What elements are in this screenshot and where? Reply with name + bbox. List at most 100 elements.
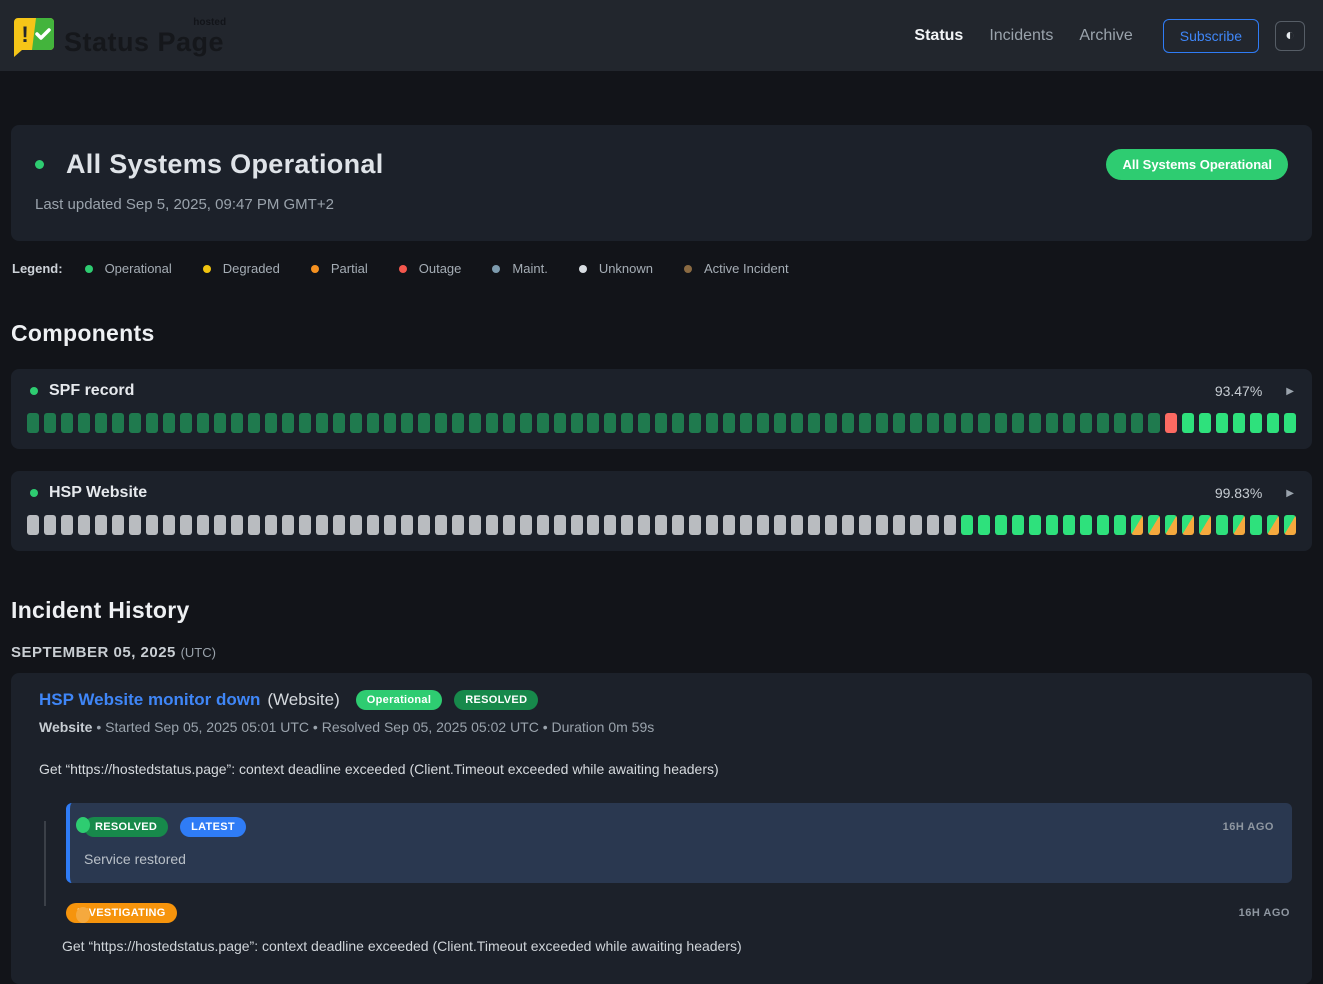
uptime-bar [537, 413, 549, 433]
legend-dot-icon [85, 265, 93, 273]
overall-status-badge: All Systems Operational [1106, 149, 1288, 180]
uptime-bar [808, 413, 820, 433]
uptime-bar [571, 413, 583, 433]
legend-item: Operational [85, 261, 172, 276]
uptime-bar [401, 515, 413, 535]
uptime-bar [214, 413, 226, 433]
nav-item-status[interactable]: Status [914, 27, 963, 45]
uptime-bar [927, 515, 939, 535]
uptime-bar [401, 413, 413, 433]
uptime-bar [1267, 413, 1279, 433]
legend-item-label: Degraded [223, 261, 280, 276]
legend-dot-icon [684, 265, 692, 273]
timeline-timestamp: 16H AGO [1223, 821, 1274, 833]
uptime-bar [723, 515, 735, 535]
uptime-bar [554, 515, 566, 535]
uptime-bar [587, 413, 599, 433]
uptime-bar [486, 515, 498, 535]
uptime-bar [248, 515, 260, 535]
subscribe-button[interactable]: Subscribe [1163, 19, 1259, 53]
expander-arrow-icon[interactable]: ▶ [1284, 384, 1296, 399]
uptime-bar [350, 413, 362, 433]
uptime-bar [757, 413, 769, 433]
legend-item-label: Active Incident [704, 261, 789, 276]
uptime-bar [842, 413, 854, 433]
uptime-bar [791, 413, 803, 433]
uptime-bar [112, 413, 124, 433]
uptime-bar [435, 515, 447, 535]
nav-item-archive[interactable]: Archive [1079, 27, 1132, 45]
uptime-bar [859, 413, 871, 433]
uptime-bar [927, 413, 939, 433]
legend-item-label: Unknown [599, 261, 653, 276]
uptime-bars [27, 515, 1296, 535]
uptime-bar [1216, 413, 1228, 433]
uptime-bar [621, 515, 633, 535]
uptime-bar [520, 413, 532, 433]
uptime-bar [672, 413, 684, 433]
uptime-bar [825, 515, 837, 535]
incident-meta-detail: • Started Sep 05, 2025 05:01 UTC • Resol… [92, 719, 654, 735]
uptime-bar [282, 515, 294, 535]
uptime-bar [1284, 413, 1296, 433]
uptime-bar [44, 413, 56, 433]
incident-timeline: RESOLVEDLATEST16H AGOService restoredINV… [28, 803, 1292, 954]
legend-item: Outage [399, 261, 462, 276]
uptime-bar [418, 413, 430, 433]
uptime-bar [265, 515, 277, 535]
expander-arrow-icon[interactable]: ▶ [1284, 486, 1296, 501]
uptime-bar [944, 515, 956, 535]
status-badge: RESOLVED [454, 690, 538, 710]
uptime-bar [876, 515, 888, 535]
uptime-bar [995, 515, 1007, 535]
timeline-dot-icon [76, 907, 90, 923]
uptime-bar [706, 515, 718, 535]
uptime-bar [367, 413, 379, 433]
uptime-bar [129, 413, 141, 433]
uptime-bar [146, 413, 158, 433]
incident-date: SEPTEMBER 05, 2025 [11, 644, 176, 661]
uptime-bar [27, 413, 39, 433]
legend-item-label: Partial [331, 261, 368, 276]
uptime-bar [638, 413, 650, 433]
uptime-bar [384, 515, 396, 535]
theme-contrast-icon: ◐ [1285, 28, 1295, 44]
uptime-bar [61, 413, 73, 433]
incident-description: Get “https://hostedstatus.page”: context… [28, 761, 1292, 777]
uptime-bar [1182, 413, 1194, 433]
incident-title-link[interactable]: HSP Website monitor down [39, 690, 260, 710]
uptime-bar [1284, 515, 1296, 535]
uptime-bar [1216, 515, 1228, 535]
uptime-bar [1250, 515, 1262, 535]
uptime-bar [95, 515, 107, 535]
incident-title-suffix: (Website) [267, 690, 339, 710]
uptime-bar [1097, 515, 1109, 535]
uptime-bar [978, 413, 990, 433]
uptime-bar [1182, 515, 1194, 535]
overall-status-dot [35, 160, 44, 169]
uptime-bar [740, 515, 752, 535]
uptime-bar [910, 413, 922, 433]
status-bubble-icon: ! [12, 14, 56, 58]
uptime-bar [961, 413, 973, 433]
uptime-bar [503, 515, 515, 535]
incident-meta: Website • Started Sep 05, 2025 05:01 UTC… [28, 719, 1292, 735]
timeline-timestamp: 16H AGO [1239, 907, 1290, 919]
uptime-bar [350, 515, 362, 535]
uptime-bars [27, 413, 1296, 433]
logo-superscript: hosted [193, 17, 226, 28]
nav-item-incidents[interactable]: Incidents [989, 27, 1053, 45]
uptime-bar [95, 413, 107, 433]
uptime-bar [672, 515, 684, 535]
uptime-bar [503, 413, 515, 433]
component-list: SPF record93.47%▶HSP Website99.83%▶ [11, 369, 1312, 551]
logo[interactable]: ! hosted Status Page [12, 14, 228, 58]
legend-dot-icon [311, 265, 319, 273]
uptime-bar [1233, 413, 1245, 433]
uptime-bar [1199, 515, 1211, 535]
uptime-bar [1080, 515, 1092, 535]
uptime-bar [231, 413, 243, 433]
logo-title: Status Page [64, 27, 224, 57]
theme-toggle-button[interactable]: ◐ [1275, 21, 1305, 51]
legend-dot-icon [203, 265, 211, 273]
